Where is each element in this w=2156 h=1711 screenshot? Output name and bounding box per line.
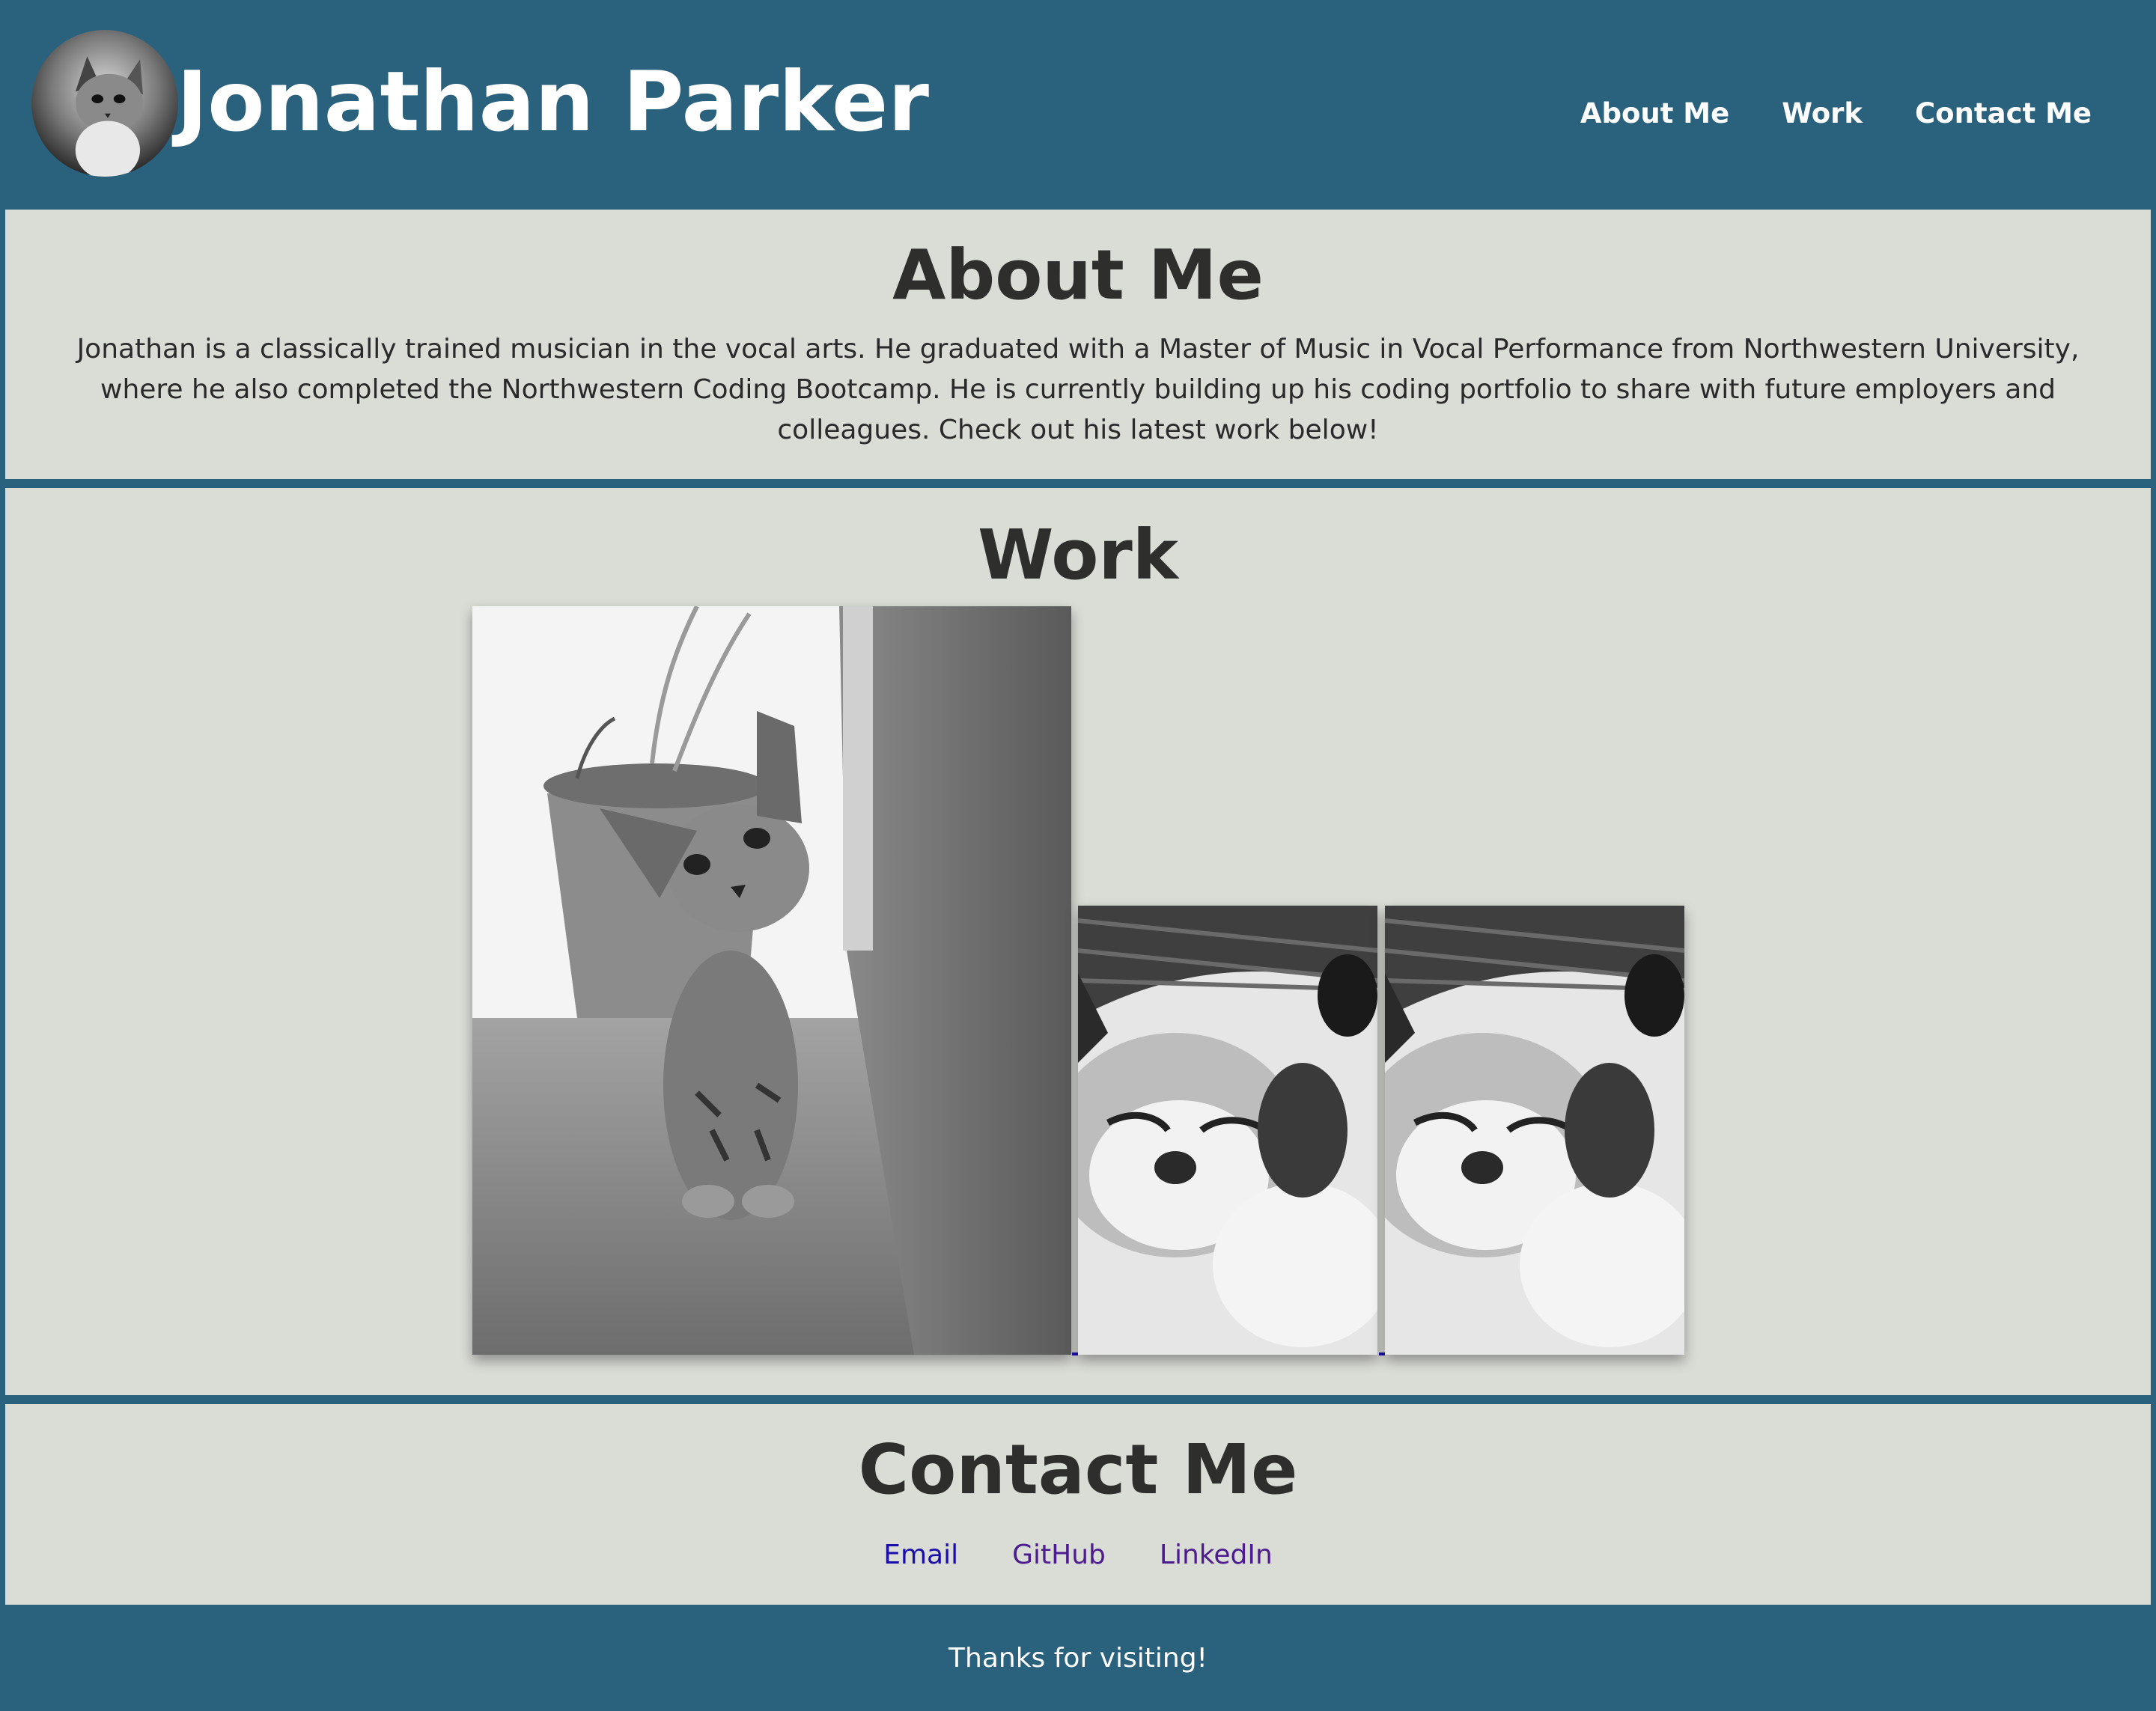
contact-links: Email GitHub LinkedIn [5,1533,2151,1578]
gallery-link-underline [1379,1352,1385,1355]
contact-heading: Contact Me [858,1430,1298,1510]
nav-work[interactable]: Work [1782,91,1863,136]
gallery-link-underline [1072,1352,1078,1355]
nav-contact-me[interactable]: Contact Me [1915,91,2092,136]
linkedin-link[interactable]: LinkedIn [1160,1533,1273,1578]
work-section: Work [5,488,2151,1395]
sleeping-kitten-photo-2[interactable] [1385,906,1684,1355]
sleeping-kitten-photo-1[interactable] [1078,906,1377,1355]
footer-text: Thanks for visiting! [948,1643,1208,1674]
nav-about-me[interactable]: About Me [1580,91,1729,136]
site-title: Jonathan Parker [177,54,930,150]
work-gallery [5,488,2151,1395]
about-text: Jonathan is a classically trained musici… [76,334,2080,445]
about-heading: About Me [892,235,1264,315]
sitting-kitten-photo[interactable] [472,606,1071,1355]
site-footer: Thanks for visiting! [0,1606,2156,1711]
email-link[interactable]: Email [883,1533,958,1578]
main-nav: About Me Work Contact Me [1580,91,2092,136]
contact-section: Contact Me Email GitHub LinkedIn [5,1404,2151,1605]
kitten-avatar-icon [31,30,178,177]
site-header: Jonathan Parker About Me Work Contact Me [0,0,2156,208]
about-section: About Me Jonathan is a classically train… [5,210,2151,479]
github-link[interactable]: GitHub [1012,1533,1106,1578]
